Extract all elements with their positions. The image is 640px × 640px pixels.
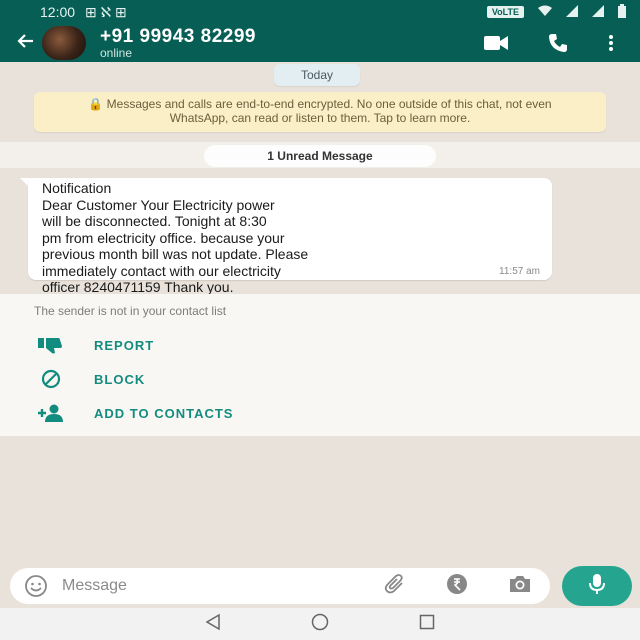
contact-status: online: [100, 45, 133, 60]
date-chip: Today: [274, 64, 360, 86]
thumbs-down-icon: [34, 336, 68, 354]
recents-square-icon[interactable]: [419, 614, 435, 635]
message-time: 11:57 am: [499, 266, 540, 277]
wifi-icon: [538, 5, 552, 20]
avatar[interactable]: [42, 26, 86, 60]
signal-icon: [592, 4, 604, 20]
more-options-icon[interactable]: [608, 34, 614, 52]
add-to-contacts-button[interactable]: ADD TO CONTACTS: [0, 398, 640, 428]
video-call-icon[interactable]: [484, 35, 508, 51]
message-input[interactable]: [62, 577, 342, 595]
report-button[interactable]: REPORT: [0, 330, 640, 360]
signal-icon: [566, 4, 578, 20]
status-time: 12:00: [40, 4, 76, 20]
home-circle-icon[interactable]: [311, 613, 329, 636]
block-label: BLOCK: [94, 371, 146, 387]
message-composer: [10, 568, 550, 604]
volte-badge: VoLTE: [486, 6, 524, 18]
unread-message-label: 1 Unread Message: [204, 145, 436, 167]
battery-icon: [618, 3, 626, 21]
mic-button[interactable]: [562, 566, 632, 606]
contact-name: +91 99943 82299: [100, 25, 256, 47]
encryption-notice[interactable]: 🔒 Messages and calls are end-to-end encr…: [34, 92, 606, 132]
mic-icon: [589, 573, 605, 600]
add-contact-icon: [34, 404, 68, 422]
chat-header: +91 99943 82299 online: [0, 24, 640, 62]
add-to-contacts-label: ADD TO CONTACTS: [94, 405, 234, 421]
attach-icon[interactable]: [384, 573, 406, 600]
voice-call-icon[interactable]: [548, 33, 568, 53]
payment-icon[interactable]: [446, 573, 468, 600]
back-triangle-icon[interactable]: [205, 613, 221, 635]
camera-icon[interactable]: [508, 574, 532, 599]
back-arrow-icon[interactable]: [8, 32, 42, 55]
unknown-sender-panel: The sender is not in your contact list R…: [0, 294, 640, 436]
block-icon: [34, 369, 68, 389]
block-button[interactable]: BLOCK: [0, 364, 640, 394]
incoming-message-bubble[interactable]: Notification Dear Customer Your Electric…: [28, 178, 552, 295]
contact-info[interactable]: +91 99943 82299 online: [100, 25, 484, 60]
status-indicators: ⊞ ℵ ⊞: [85, 3, 127, 20]
report-label: REPORT: [94, 337, 155, 353]
message-text: Notification Dear Customer Your Electric…: [42, 180, 309, 295]
sender-not-in-contacts-note: The sender is not in your contact list: [34, 304, 227, 318]
emoji-icon[interactable]: [24, 574, 48, 598]
status-bar: 12:00 ⊞ ℵ ⊞ VoLTE: [0, 0, 640, 24]
system-nav-bar: [0, 608, 640, 640]
